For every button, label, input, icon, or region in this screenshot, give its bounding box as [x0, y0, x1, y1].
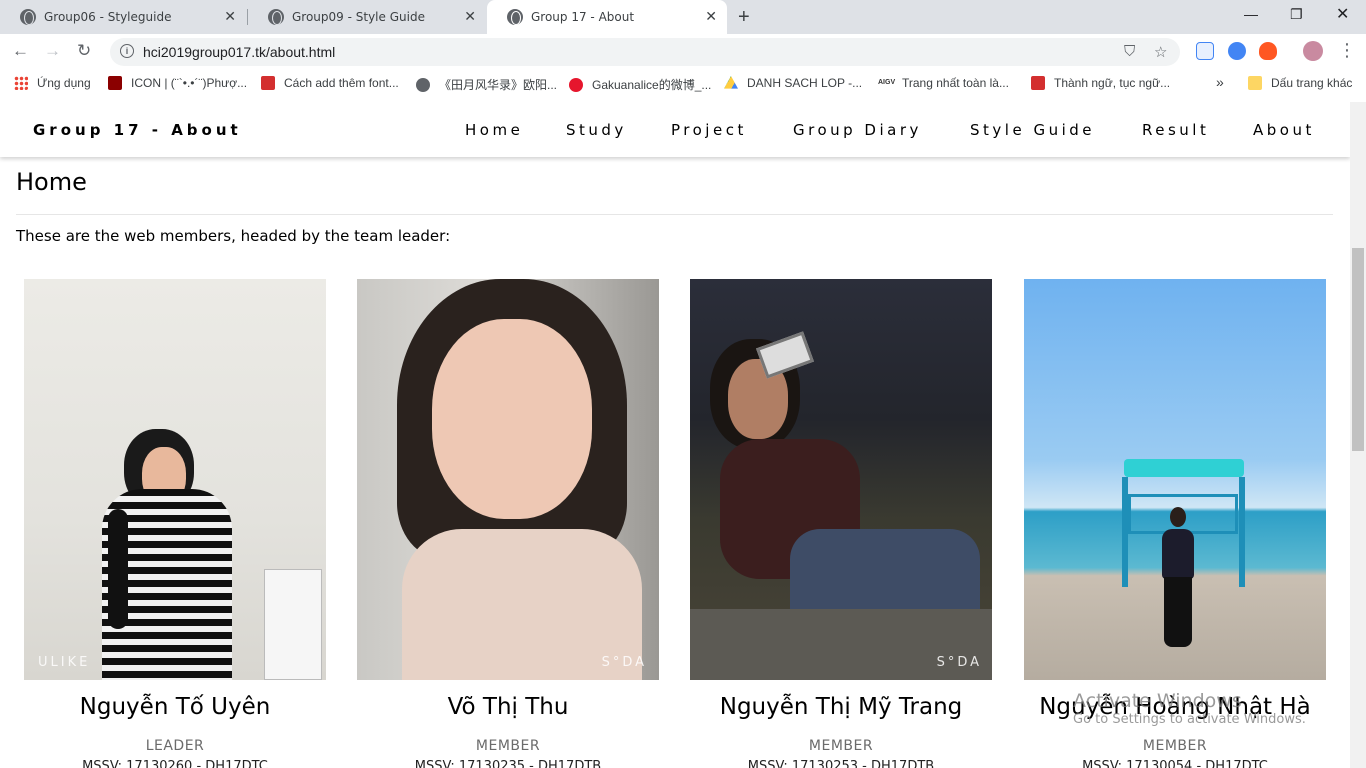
- bookmark-item[interactable]: Ứng dụng: [14, 76, 91, 90]
- nav-project[interactable]: Project: [671, 121, 747, 139]
- close-icon[interactable]: ✕: [464, 9, 476, 25]
- browser-tab[interactable]: Group06 - Styleguide ✕: [0, 0, 246, 34]
- nav-result[interactable]: Result: [1142, 121, 1209, 139]
- member-id: MSSV: 17130260 - DH17DTC: [82, 759, 268, 768]
- weibo-icon: [569, 77, 583, 92]
- menu-kebab-icon[interactable]: ⋮: [1338, 40, 1356, 61]
- extension-fire-icon[interactable]: [1259, 42, 1277, 60]
- extension-doc-icon[interactable]: [1196, 42, 1214, 60]
- browser-tab-active[interactable]: Group 17 - About ✕: [487, 0, 727, 34]
- drive-icon: [724, 76, 738, 89]
- member-photo: S°DA: [690, 279, 992, 680]
- member-card: S°DA Võ Thị Thu MEMBER MSSV: 17130235 - …: [357, 279, 659, 768]
- bookmark-item[interactable]: Thành ngữ, tục ngữ...: [1031, 76, 1170, 90]
- close-icon[interactable]: ✕: [705, 9, 717, 25]
- globe-icon: [268, 9, 284, 25]
- shield-icon[interactable]: ⛉: [1124, 43, 1135, 60]
- photo-watermark: S°DA: [936, 655, 982, 670]
- browser-tab[interactable]: Group09 - Style Guide ✕: [248, 0, 486, 34]
- photo-watermark: S°DA: [601, 655, 647, 670]
- globe-icon: [507, 9, 523, 25]
- address-bar[interactable]: i hci2019group017.tk/about.html ⛉ ☆: [110, 38, 1180, 66]
- member-card: ULIKE Nguyễn Tố Uyên LEADER MSSV: 171302…: [24, 279, 326, 768]
- member-photo: ULIKE: [24, 279, 326, 680]
- forward-button[interactable]: →: [44, 41, 61, 61]
- member-name: Nguyễn Thị Mỹ Trang: [719, 694, 963, 720]
- divider: [16, 214, 1333, 215]
- page-heading: Home: [16, 168, 87, 196]
- web-page: Group 17 - About Home Study Project Grou…: [0, 102, 1350, 768]
- member-role: MEMBER: [1142, 738, 1208, 754]
- folder-icon: [1248, 76, 1262, 90]
- star-icon[interactable]: ☆: [1154, 43, 1167, 61]
- page-scrollbar[interactable]: [1350, 102, 1366, 768]
- bookmark-item[interactable]: AIGV Trang nhất toàn là...: [878, 76, 1009, 90]
- bookmark-item[interactable]: 《田月风华录》欧阳...: [416, 76, 557, 93]
- member-role: MEMBER: [808, 738, 874, 754]
- tab-title: Group09 - Style Guide: [292, 10, 425, 24]
- url-text: hci2019group017.tk/about.html: [143, 44, 336, 60]
- windows-activation-watermark: Activate Windows Go to Settings to activ…: [1073, 690, 1306, 727]
- scrollbar-thumb[interactable]: [1352, 248, 1364, 451]
- info-icon[interactable]: i: [120, 44, 134, 58]
- nav-group-diary[interactable]: Group Diary: [793, 121, 922, 139]
- member-id: MSSV: 17130054 - DH17DTC: [1082, 759, 1268, 768]
- globe-icon: [416, 77, 430, 92]
- nav-about[interactable]: About: [1253, 121, 1315, 139]
- minimize-button[interactable]: —: [1244, 6, 1258, 22]
- apps-grid-icon: [14, 76, 28, 90]
- bookmarks-overflow-button[interactable]: »: [1216, 74, 1224, 90]
- bookmarks-bar: Ứng dụng ICON | (¨`•.•´¨)Phượ... Cách ad…: [0, 70, 1366, 98]
- v-logo-icon: [261, 76, 275, 90]
- member-name: Võ Thị Thu: [447, 694, 569, 720]
- site-navbar: Group 17 - About Home Study Project Grou…: [0, 102, 1350, 157]
- intro-text: These are the web members, headed by the…: [16, 227, 451, 245]
- reload-button[interactable]: ↻: [77, 41, 91, 61]
- activation-subtitle: Go to Settings to activate Windows.: [1073, 712, 1306, 727]
- extension-blue-icon[interactable]: [1228, 42, 1246, 60]
- bookmark-item[interactable]: ICON | (¨`•.•´¨)Phượ...: [108, 76, 247, 90]
- globe-icon: [20, 9, 36, 25]
- nav-style-guide[interactable]: Style Guide: [970, 121, 1095, 139]
- icon-site-icon: [108, 76, 122, 90]
- back-button[interactable]: ←: [12, 41, 29, 61]
- bookmark-item[interactable]: Cách add thêm font...: [261, 76, 399, 90]
- member-id: MSSV: 17130235 - DH17DTB: [414, 759, 602, 768]
- browser-tab-strip: Group06 - Styleguide ✕ Group09 - Style G…: [0, 0, 1366, 34]
- member-card: S°DA Nguyễn Thị Mỹ Trang MEMBER MSSV: 17…: [690, 279, 992, 768]
- nav-home[interactable]: Home: [465, 121, 523, 139]
- site-brand[interactable]: Group 17 - About: [33, 121, 242, 139]
- close-icon[interactable]: ✕: [224, 9, 236, 25]
- bookmark-item[interactable]: DANH SACH LOP -...: [724, 76, 862, 90]
- other-bookmarks-folder[interactable]: Dấu trang khác: [1248, 76, 1352, 90]
- activation-title: Activate Windows: [1073, 690, 1242, 712]
- member-card: Nguyễn Hoàng Nhật Hà MEMBER MSSV: 171300…: [1024, 279, 1326, 768]
- tab-title: Group06 - Styleguide: [44, 10, 172, 24]
- member-name: Nguyễn Tố Uyên: [79, 694, 271, 720]
- new-tab-button[interactable]: +: [738, 6, 750, 29]
- member-id: MSSV: 17130253 - DH17DTB: [747, 759, 935, 768]
- v-logo-icon: [1031, 76, 1045, 90]
- profile-avatar[interactable]: [1303, 41, 1323, 61]
- photo-watermark: ULIKE: [38, 655, 91, 670]
- tab-title: Group 17 - About: [531, 10, 635, 24]
- bookmark-item[interactable]: Gakuanalice的微博_...: [569, 76, 711, 93]
- nav-study[interactable]: Study: [566, 121, 627, 139]
- member-role: LEADER: [145, 738, 205, 754]
- browser-toolbar: ← → ↻ i hci2019group017.tk/about.html ⛉ …: [0, 34, 1366, 70]
- close-window-button[interactable]: ✕: [1336, 4, 1349, 24]
- maximize-button[interactable]: ❐: [1290, 6, 1303, 23]
- member-photo: [1024, 279, 1326, 680]
- member-photo: S°DA: [357, 279, 659, 680]
- member-role: MEMBER: [475, 738, 541, 754]
- aigv-icon: AIGV: [878, 79, 896, 86]
